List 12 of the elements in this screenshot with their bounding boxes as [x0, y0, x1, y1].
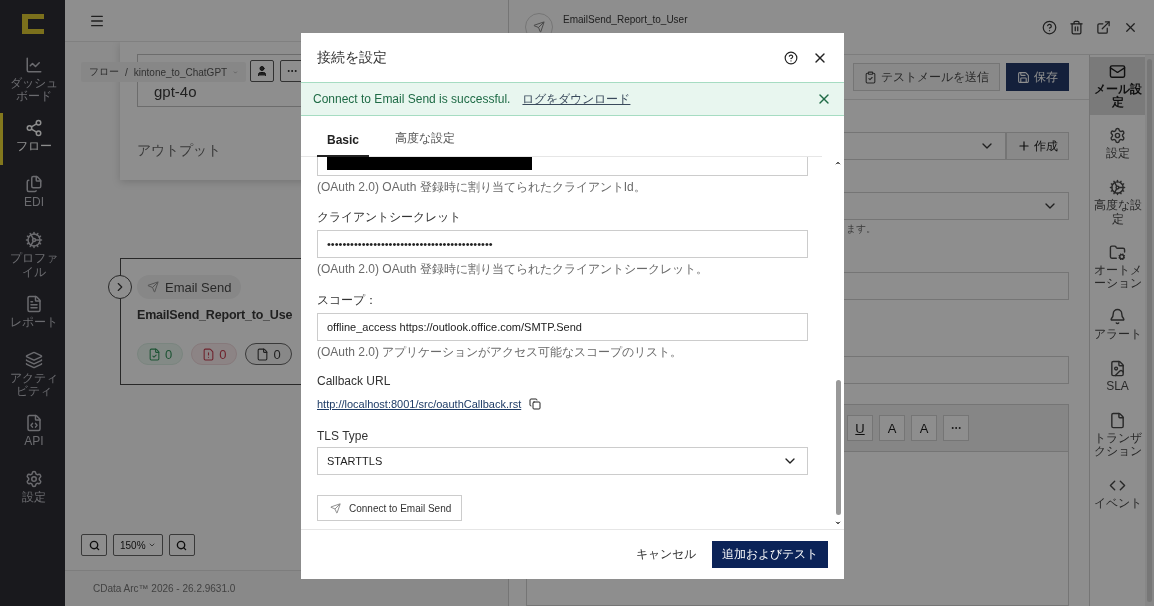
field-label: Callback URL [317, 374, 392, 388]
field-hint: (OAuth 2.0) OAuth 登録時に割り当てられたクライアントId。 [317, 179, 647, 196]
field-label: TLS Type [317, 429, 370, 443]
output-label: アウトプット [137, 142, 221, 160]
field-hint: (OAuth 2.0) OAuth 登録時に割り当てられたクライアントシークレット。 [317, 261, 709, 278]
panel-title: EmailSend_Report_to_User [563, 13, 689, 25]
field-label: スコープ： [317, 292, 378, 309]
field-hint: ます。 [846, 222, 876, 236]
node-title: EmailSend_Report_to_Use [137, 308, 293, 322]
field-hint: (OAuth 2.0) アプリケーションがアクセス可能なスコープのリスト。 [317, 344, 684, 361]
field-label: クライアントシークレット [317, 209, 462, 226]
connector-badge: Email Send [137, 275, 242, 299]
